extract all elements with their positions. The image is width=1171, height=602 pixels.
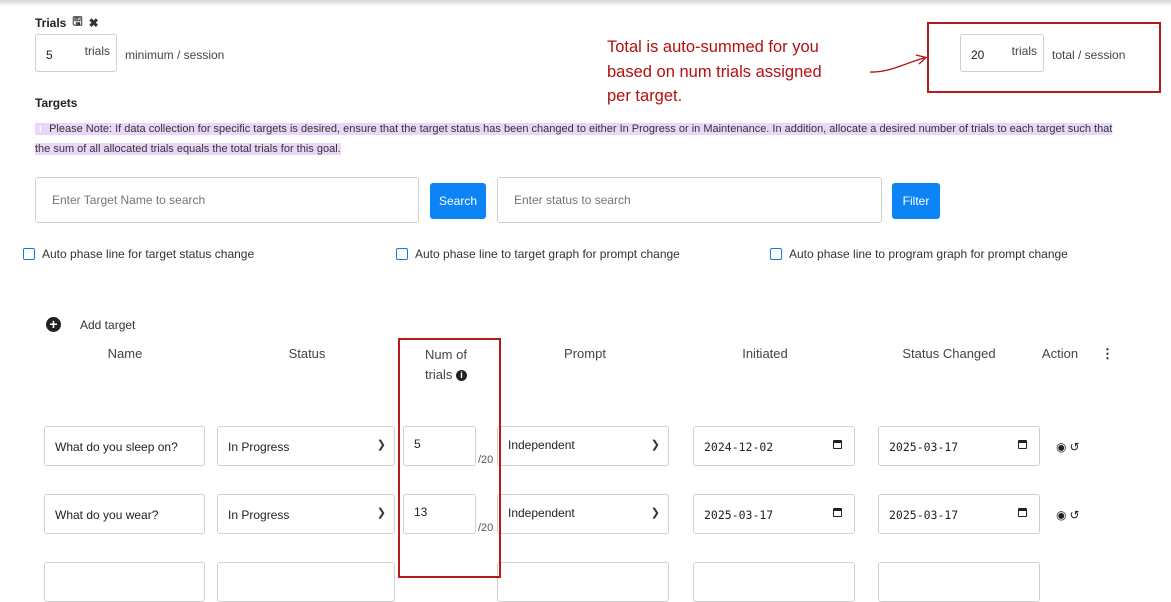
history-icon[interactable]: ↺ — [1069, 508, 1079, 522]
row2-name-input[interactable]: What do you wear? — [44, 494, 205, 534]
targets-note-text: Please Note: If data collection for spec… — [35, 123, 1113, 155]
checkbox-label: Auto phase line to program graph for pro… — [789, 247, 1068, 261]
num-trials-highlight-box — [398, 338, 501, 578]
row1-name-input[interactable]: What do you sleep on? — [44, 426, 205, 466]
annotation-line-3: per target. — [607, 87, 683, 105]
row1-initiated: 2024-12-02 — [704, 440, 774, 454]
checkbox-label: Auto phase line for target status change — [42, 247, 255, 261]
target-name-search[interactable] — [35, 177, 419, 223]
checkbox-box[interactable] — [396, 248, 408, 260]
info-icon: i — [35, 123, 46, 135]
column-status: Status — [288, 346, 326, 361]
row1-status: In Progress — [228, 440, 290, 454]
minimum-trials-input[interactable]: 5 trials — [35, 34, 117, 72]
row2-status-select[interactable]: In Progress ❯ — [217, 494, 395, 534]
chevron-down-icon: ❯ — [650, 439, 660, 451]
chevron-down-icon: ❯ — [650, 507, 660, 519]
row3-status-select[interactable] — [217, 562, 395, 602]
row3-initiated-date[interactable] — [693, 562, 855, 602]
row2-prompt: Independent — [508, 506, 575, 520]
calendar-icon[interactable] — [833, 508, 842, 517]
row1-initiated-date[interactable]: 2024-12-02 — [693, 426, 855, 466]
minimum-trials-value: 5 — [46, 48, 53, 62]
chevron-down-icon: ❯ — [376, 439, 386, 451]
plus-circle-icon: + — [46, 317, 61, 332]
row2-initiated-date[interactable]: 2025-03-17 — [693, 494, 855, 534]
minimum-trials-unit: trials — [84, 44, 110, 58]
row3-name-input[interactable] — [44, 562, 205, 602]
row2-status-changed-date[interactable]: 2025-03-17 — [878, 494, 1040, 534]
column-initiated: Initiated — [742, 346, 788, 361]
total-trials-unit: trials — [1011, 44, 1037, 58]
row1-prompt-select[interactable]: Independent ❯ — [497, 426, 669, 466]
minimum-session-label: minimum / session — [125, 48, 225, 62]
add-target-label: Add target — [80, 317, 136, 332]
search-button[interactable]: Search — [430, 183, 486, 219]
calendar-icon[interactable] — [1018, 440, 1027, 449]
annotation-line-2: based on num trials assigned — [607, 62, 822, 81]
target-name-search-input[interactable] — [36, 178, 418, 222]
kebab-menu-icon[interactable]: ⋮ — [1101, 346, 1114, 362]
row3-prompt-select[interactable] — [497, 562, 669, 602]
annotation-arrow — [869, 54, 928, 73]
eye-icon[interactable]: ◉ — [1056, 440, 1066, 454]
checkbox-target-status[interactable]: Auto phase line for target status change — [23, 247, 254, 261]
row1-prompt: Independent — [508, 438, 575, 452]
annotation-line-1: Total is auto-summed for you — [607, 38, 819, 56]
status-search[interactable] — [497, 177, 882, 223]
column-name: Name — [107, 346, 143, 361]
targets-heading: Targets — [35, 96, 78, 110]
row2-status-changed: 2025-03-17 — [889, 508, 959, 522]
annotation-callout: Total is auto-summed for you based on nu… — [607, 35, 871, 109]
checkbox-label: Auto phase line to target graph for prom… — [415, 247, 680, 261]
row1-status-select[interactable]: In Progress ❯ — [217, 426, 395, 466]
row1-actions: ◉ ↺ — [1056, 440, 1080, 454]
chevron-down-icon: ❯ — [376, 507, 386, 519]
close-icon[interactable]: ✖ — [89, 16, 99, 30]
row1-status-changed: 2025-03-17 — [889, 440, 959, 454]
eye-icon[interactable]: ◉ — [1056, 508, 1066, 522]
row2-actions: ◉ ↺ — [1056, 508, 1080, 522]
row1-name: What do you sleep on? — [55, 440, 178, 454]
row2-prompt-select[interactable]: Independent ❯ — [497, 494, 669, 534]
checkbox-box[interactable] — [23, 248, 35, 260]
save-icon[interactable]: 🖫 — [72, 12, 82, 33]
trials-header: Trials 🖫 ✖ — [35, 12, 99, 33]
row2-status: In Progress — [228, 508, 290, 522]
checkbox-target-graph[interactable]: Auto phase line to target graph for prom… — [396, 247, 680, 261]
row1-status-changed-date[interactable]: 2025-03-17 — [878, 426, 1040, 466]
calendar-icon[interactable] — [1018, 508, 1027, 517]
row3-status-changed-date[interactable] — [878, 562, 1040, 602]
checkbox-box[interactable] — [770, 248, 782, 260]
column-action: Action — [1041, 346, 1079, 361]
total-session-label: total / session — [1052, 48, 1126, 62]
status-search-input[interactable] — [498, 178, 881, 222]
total-trials-value: 20 — [971, 48, 985, 62]
calendar-icon[interactable] — [833, 440, 842, 449]
filter-button[interactable]: Filter — [892, 183, 940, 219]
total-trials-input[interactable]: 20 trials — [960, 34, 1044, 72]
add-target-button[interactable]: + Add target — [46, 317, 135, 332]
checkbox-program-graph[interactable]: Auto phase line to program graph for pro… — [770, 247, 1068, 261]
history-icon[interactable]: ↺ — [1069, 440, 1079, 454]
targets-note: i Please Note: If data collection for sp… — [35, 119, 1125, 159]
top-shadow — [0, 0, 1171, 6]
row2-name: What do you wear? — [55, 508, 159, 522]
trials-title: Trials — [35, 15, 67, 30]
row2-initiated: 2025-03-17 — [704, 508, 774, 522]
column-prompt: Prompt — [564, 346, 606, 361]
column-status-changed: Status Changed — [902, 346, 996, 361]
